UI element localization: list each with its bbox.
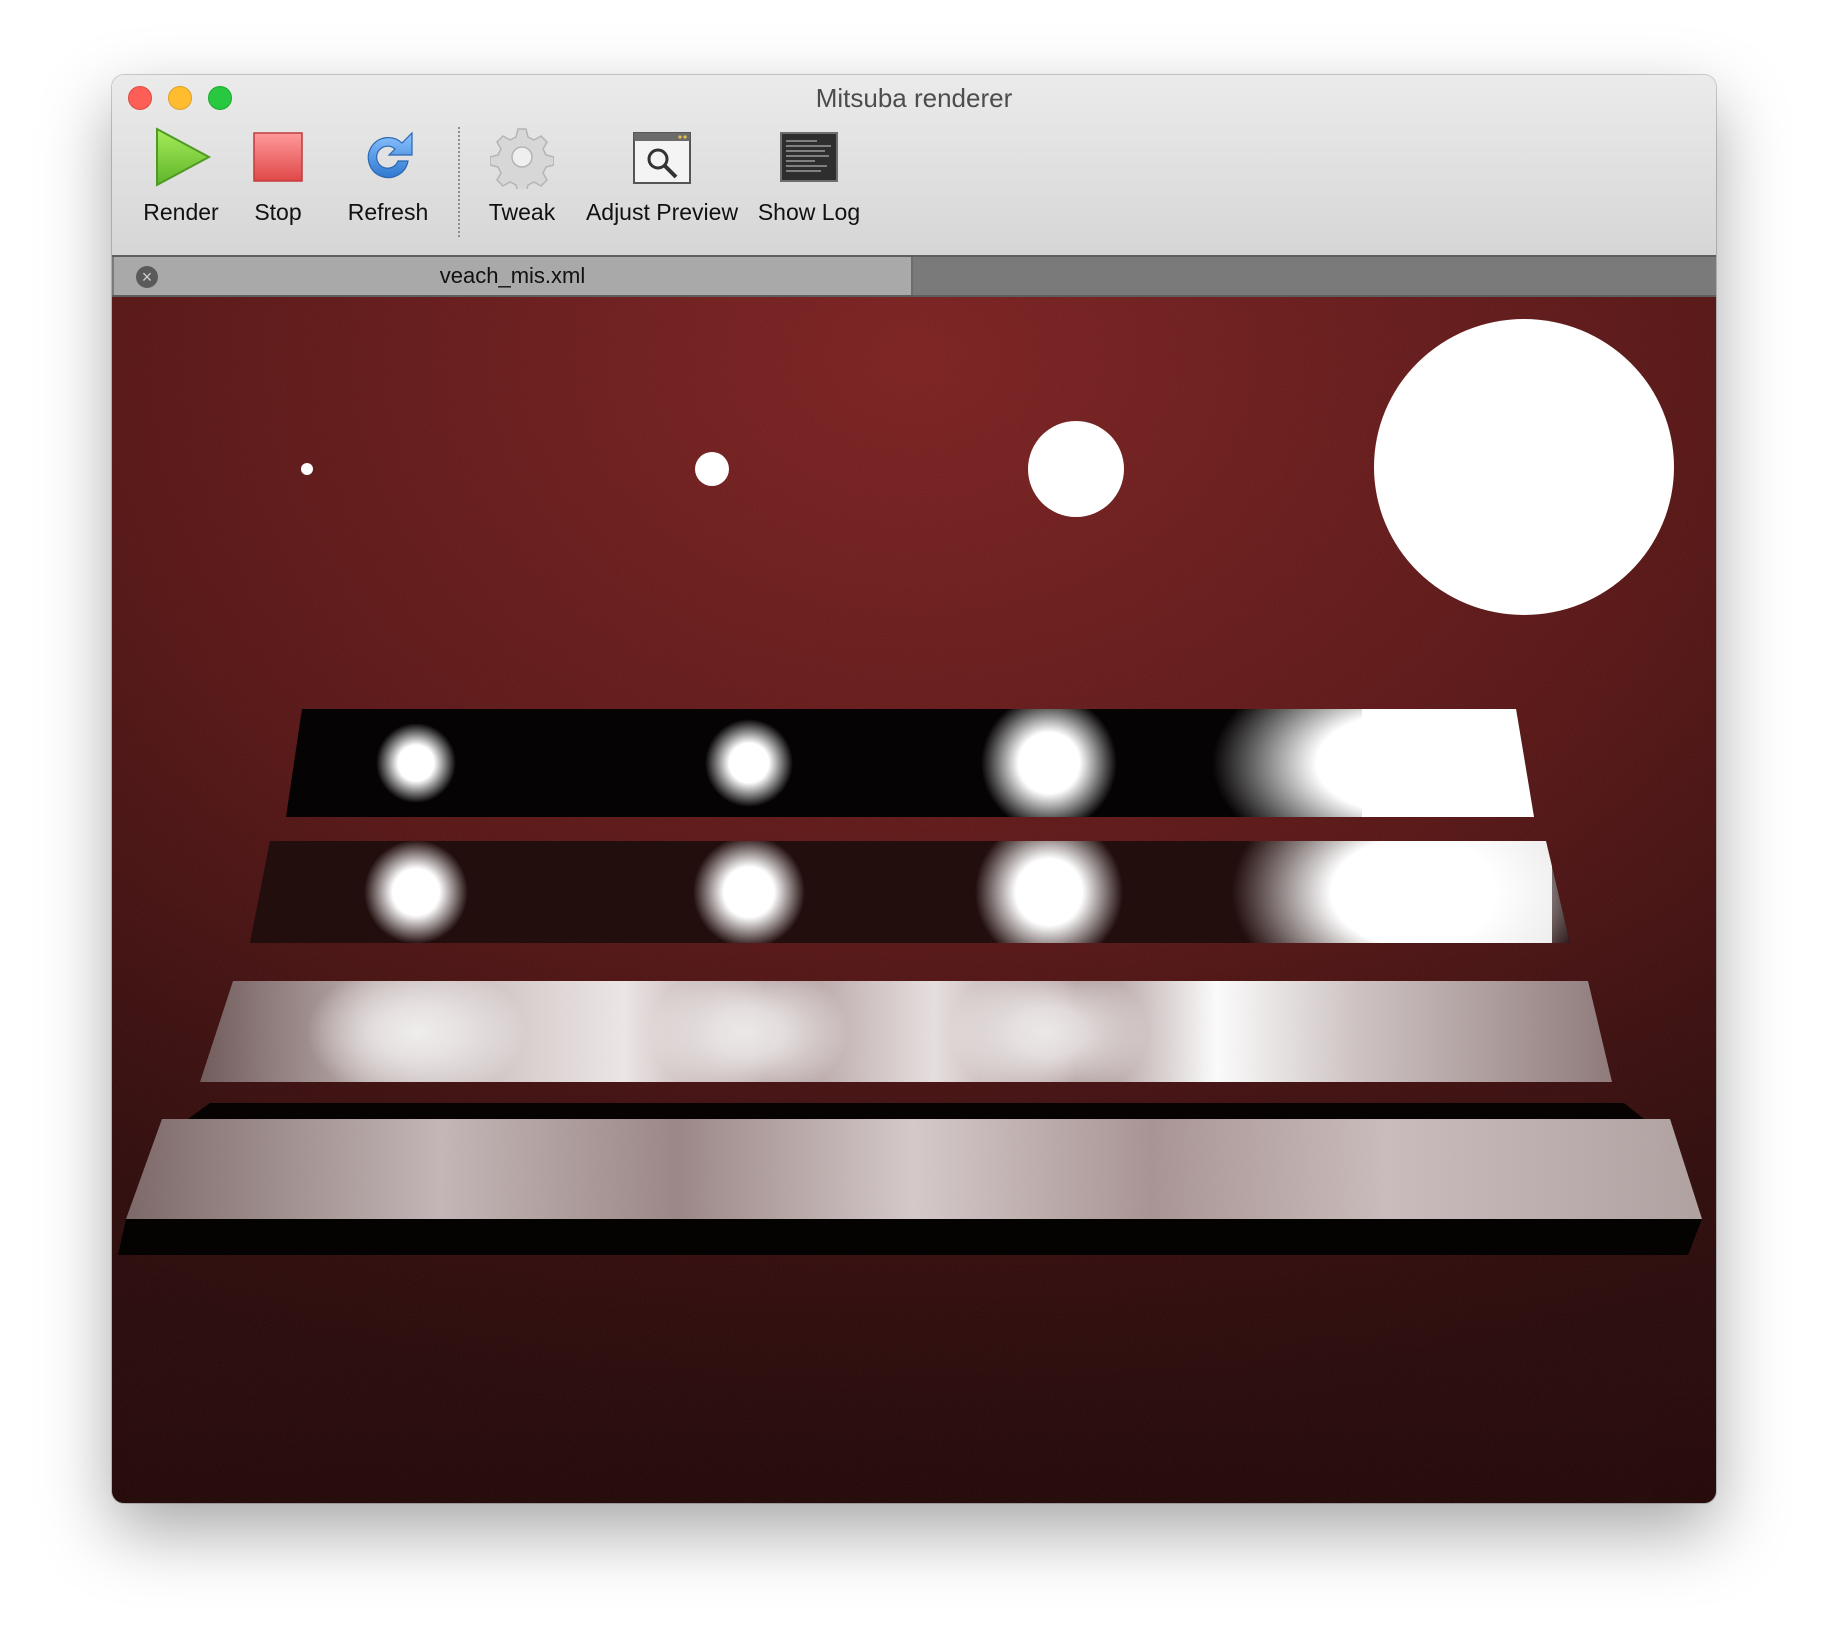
gear-icon bbox=[489, 125, 555, 194]
show-log-label: Show Log bbox=[757, 199, 861, 225]
window-title: Mitsuba renderer bbox=[815, 83, 1013, 113]
rough-plate-4 bbox=[118, 1103, 1702, 1255]
refresh-icon bbox=[356, 125, 420, 189]
refresh-button[interactable]: Refresh bbox=[338, 125, 438, 235]
show-log-button[interactable]: Show Log bbox=[744, 125, 874, 235]
rough-plate-3 bbox=[200, 981, 1612, 1082]
adjust-preview-button[interactable]: Adjust Preview bbox=[582, 125, 742, 235]
document-tab-bar: × veach_mis.xml bbox=[112, 255, 1716, 297]
console-log-icon bbox=[777, 125, 841, 189]
tab-label: veach_mis.xml bbox=[439, 263, 586, 288]
render-image bbox=[112, 297, 1716, 1503]
refresh-label: Refresh bbox=[347, 199, 429, 225]
stop-icon bbox=[246, 125, 310, 189]
play-icon bbox=[149, 125, 213, 189]
stop-button[interactable]: Stop bbox=[238, 125, 318, 235]
app-window: Mitsuba renderer Render Stop Refresh Twe… bbox=[112, 75, 1716, 1503]
toolbar: Mitsuba renderer Render Stop Refresh Twe… bbox=[112, 75, 1716, 256]
magnifier-window-icon bbox=[630, 125, 694, 189]
tweak-button[interactable]: Tweak bbox=[472, 125, 572, 235]
tab-veach-mis[interactable]: × veach_mis.xml bbox=[114, 257, 913, 295]
render-preview[interactable] bbox=[112, 297, 1716, 1503]
